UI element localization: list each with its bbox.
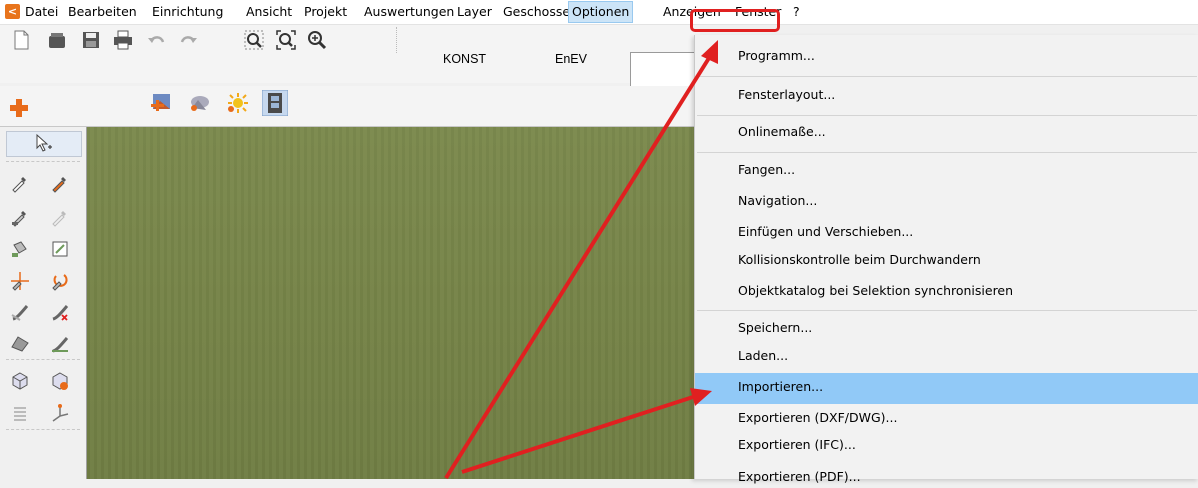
redo-icon[interactable] xyxy=(178,29,200,51)
pipette-disabled-icon xyxy=(52,211,66,227)
menu-item-laden[interactable]: Laden... xyxy=(738,345,788,367)
menu-item-navigation[interactable]: Navigation... xyxy=(738,190,817,212)
menu-separator xyxy=(697,310,1197,311)
cube-refresh-icon[interactable] xyxy=(50,371,70,391)
menu-item-exportieren-ifc[interactable]: Exportieren (IFC)... xyxy=(738,434,856,456)
menu-item-einfuegen-verschieben[interactable]: Einfügen und Verschieben... xyxy=(738,221,913,243)
surface-icon[interactable] xyxy=(10,333,30,353)
tool-separator xyxy=(6,161,80,162)
menu-datei[interactable]: Datei xyxy=(25,0,58,24)
secondary-toolbar xyxy=(0,86,700,127)
menu-item-kollisionskontrolle[interactable]: Kollisionskontrolle beim Durchwandern xyxy=(738,249,981,271)
tab-konst[interactable]: KONST xyxy=(443,47,486,81)
film-strip-icon[interactable] xyxy=(262,90,288,116)
zoom-window-icon[interactable] xyxy=(243,29,265,51)
optionen-highlight-annotation xyxy=(690,9,780,32)
menu-item-exportieren-pdf[interactable]: Exportieren (PDF)... xyxy=(738,466,861,488)
sun-icon[interactable] xyxy=(226,92,248,114)
menu-item-fensterlayout[interactable]: Fensterlayout... xyxy=(738,84,835,106)
menu-bearbeiten[interactable]: Bearbeiten xyxy=(68,0,137,24)
move-object-icon[interactable] xyxy=(10,271,30,291)
menu-optionen[interactable]: Optionen xyxy=(568,1,634,23)
menu-ansicht[interactable]: Ansicht xyxy=(246,0,292,24)
print-icon[interactable] xyxy=(112,29,134,51)
tab-enev[interactable]: EnEV xyxy=(555,47,587,81)
menu-item-speichern[interactable]: Speichern... xyxy=(738,317,812,339)
layers-icon[interactable] xyxy=(10,403,30,423)
menu-separator xyxy=(697,76,1197,77)
menu-item-importieren[interactable]: Importieren... xyxy=(738,376,823,398)
texture-icon[interactable] xyxy=(50,239,70,259)
menu-einrichtung[interactable]: Einrichtung xyxy=(152,0,223,24)
surface-edit-icon[interactable] xyxy=(50,333,70,353)
save-icon[interactable] xyxy=(80,29,102,51)
pipette-icon[interactable] xyxy=(10,173,30,193)
3d-viewport[interactable] xyxy=(87,127,700,479)
brush-delete-icon[interactable] xyxy=(50,303,70,323)
brush-icon[interactable] xyxy=(10,303,30,323)
pipette-color-icon[interactable] xyxy=(50,173,70,193)
menu-separator xyxy=(697,115,1197,116)
menu-auswertungen[interactable]: Auswertungen xyxy=(364,0,454,24)
new-document-icon[interactable] xyxy=(10,29,32,51)
menu-layer[interactable]: Layer xyxy=(457,0,492,24)
zoom-fit-icon[interactable] xyxy=(275,29,297,51)
menu-item-exportieren-dxf[interactable]: Exportieren (DXF/DWG)... xyxy=(738,407,897,429)
left-tool-panel xyxy=(0,127,87,479)
active-tab-frame xyxy=(630,52,700,88)
main-toolbar: KONST EnEV xyxy=(0,25,700,83)
undo-icon[interactable] xyxy=(145,29,167,51)
menu-item-onlinemasse[interactable]: Onlinemaße... xyxy=(738,121,826,143)
menu-geschosse[interactable]: Geschosse xyxy=(503,0,570,24)
menu-separator xyxy=(697,152,1197,153)
render-icon[interactable] xyxy=(188,92,210,114)
options-dropdown-menu: Programm... Fensterlayout... Onlinemaße.… xyxy=(694,35,1198,484)
add-view-icon[interactable] xyxy=(150,91,172,113)
app-logo-icon[interactable]: < xyxy=(5,4,20,19)
menu-item-objektkatalog[interactable]: Objektkatalog bei Selektion synchronisie… xyxy=(738,280,1013,302)
paint-bucket-icon[interactable] xyxy=(10,239,30,259)
tool-separator xyxy=(6,359,80,360)
open-icon[interactable] xyxy=(46,29,68,51)
zoom-in-icon[interactable] xyxy=(306,29,328,51)
menu-item-programm[interactable]: Programm... xyxy=(738,45,815,67)
menu-item-fangen[interactable]: Fangen... xyxy=(738,159,795,181)
select-pointer-icon[interactable] xyxy=(33,133,53,153)
rotate-object-icon[interactable] xyxy=(50,271,70,291)
pipette-apply-icon[interactable] xyxy=(10,207,30,227)
toolbar-separator xyxy=(396,27,398,53)
axis-icon[interactable] xyxy=(50,403,70,423)
menu-projekt[interactable]: Projekt xyxy=(304,0,347,24)
tool-separator xyxy=(6,429,80,430)
cube-view-icon[interactable] xyxy=(10,371,30,391)
add-icon[interactable] xyxy=(8,97,30,119)
menu-help[interactable]: ? xyxy=(793,0,800,24)
menu-bar: < Datei Bearbeiten Einrichtung Ansicht P… xyxy=(0,0,1198,25)
